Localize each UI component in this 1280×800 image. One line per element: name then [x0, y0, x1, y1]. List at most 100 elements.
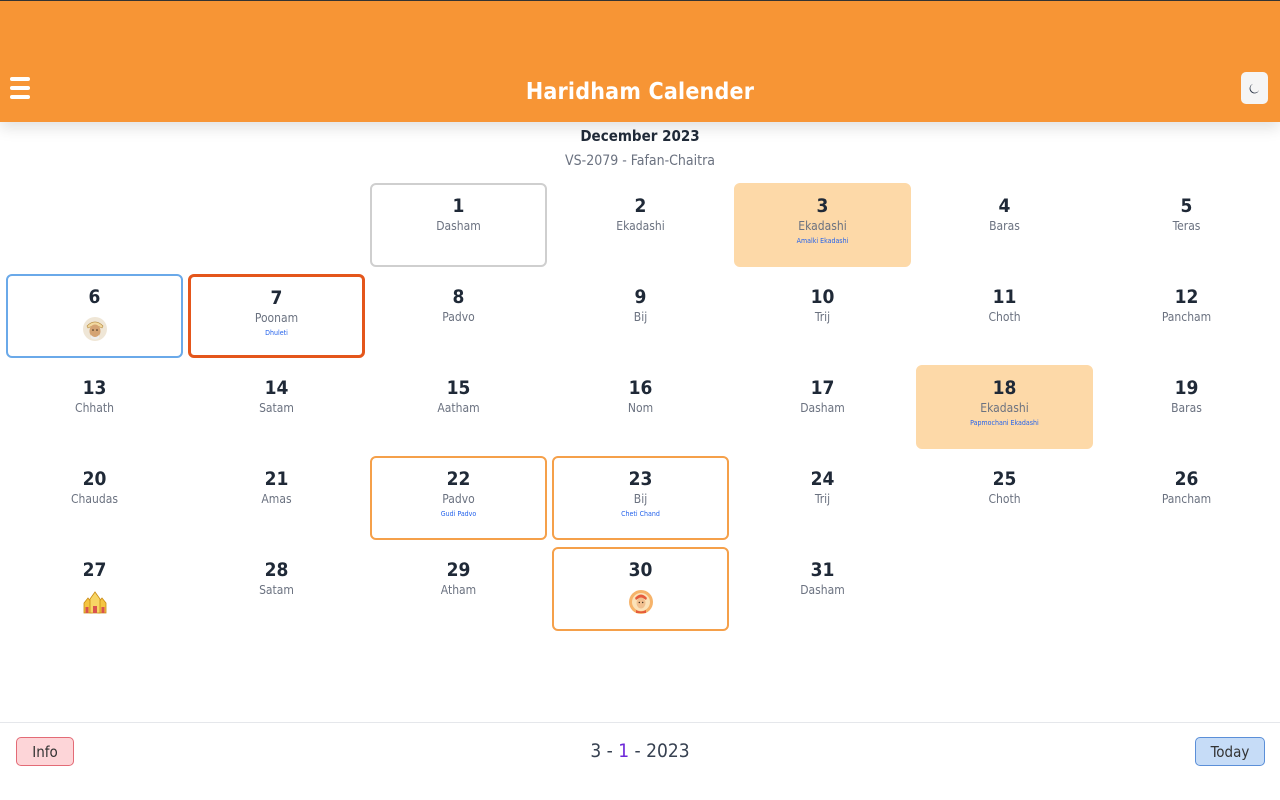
- day-cell[interactable]: 15 Aatham: [370, 365, 547, 449]
- day-cell[interactable]: 17 Dasham: [734, 365, 911, 449]
- day-cell[interactable]: 31 Dasham: [734, 547, 911, 631]
- day-cell[interactable]: 9 Bij: [552, 274, 729, 358]
- day-cell[interactable]: 2 Ekadashi: [552, 183, 729, 267]
- day-number: 27: [82, 559, 107, 581]
- day-tithi: Bij: [633, 310, 648, 324]
- month-title: December 2023: [580, 127, 700, 145]
- day-tithi: Padvo: [442, 310, 475, 324]
- day-tithi: Dasham: [436, 219, 481, 233]
- date-month: 1: [618, 740, 630, 762]
- day-cell[interactable]: 6: [6, 274, 183, 358]
- calendar-grid: 1 Dasham 2 Ekadashi 3 Ekadashi Amalki Ek…: [6, 183, 1278, 633]
- day-number: 24: [810, 468, 835, 490]
- footer-divider: [0, 722, 1280, 723]
- day-tithi: Aatham: [437, 401, 480, 415]
- day-number: 25: [992, 468, 1017, 490]
- day-tithi: Ekadashi: [798, 219, 847, 233]
- day-tithi: Trij: [814, 492, 831, 506]
- deity-portrait-icon: [628, 590, 653, 614]
- temple-icon: [83, 591, 106, 614]
- today-button[interactable]: Today: [1195, 737, 1265, 766]
- day-cell[interactable]: 24 Trij: [734, 456, 911, 540]
- saint-portrait-icon: [82, 317, 107, 341]
- day-event: Cheti Chand: [621, 510, 660, 518]
- day-number: 17: [810, 377, 835, 399]
- day-number: 3: [816, 195, 829, 217]
- day-tithi: Trij: [814, 310, 831, 324]
- day-number: 19: [1174, 377, 1199, 399]
- day-tithi: Nom: [627, 401, 654, 415]
- day-number: 12: [1174, 286, 1199, 308]
- day-cell[interactable]: 25 Choth: [916, 456, 1093, 540]
- day-number: 13: [82, 377, 107, 399]
- day-number: 15: [446, 377, 471, 399]
- day-tithi: Padvo: [442, 492, 475, 506]
- day-number: 7: [270, 287, 283, 309]
- day-cell[interactable]: 1 Dasham: [370, 183, 547, 267]
- day-number: 1: [452, 195, 465, 217]
- day-cell[interactable]: 19 Baras: [1098, 365, 1275, 449]
- day-number: 28: [264, 559, 289, 581]
- day-cell[interactable]: 14 Satam: [188, 365, 365, 449]
- day-tithi: Choth: [988, 310, 1021, 324]
- day-event: Gudi Padvo: [440, 510, 477, 518]
- day-cell[interactable]: 20 Chaudas: [6, 456, 183, 540]
- day-cell[interactable]: 29 Atham: [370, 547, 547, 631]
- day-cell[interactable]: 16 Nom: [552, 365, 729, 449]
- day-tithi: Baras: [989, 219, 1020, 233]
- day-cell[interactable]: 8 Padvo: [370, 274, 547, 358]
- day-number: 8: [452, 286, 465, 308]
- day-cell[interactable]: 27: [6, 547, 183, 631]
- day-number: 4: [998, 195, 1011, 217]
- day-cell[interactable]: 5 Teras: [1098, 183, 1275, 267]
- day-cell[interactable]: 11 Choth: [916, 274, 1093, 358]
- day-number: 6: [88, 286, 101, 308]
- day-tithi: Amas: [261, 492, 292, 506]
- day-number: 26: [1174, 468, 1199, 490]
- day-number: 2: [634, 195, 647, 217]
- moon-icon: [1249, 83, 1260, 93]
- day-tithi: Atham: [440, 583, 477, 597]
- day-tithi: Satam: [259, 401, 294, 415]
- dark-mode-toggle-button[interactable]: [1241, 72, 1268, 104]
- day-cell[interactable]: 12 Pancham: [1098, 274, 1275, 358]
- day-cell[interactable]: 10 Trij: [734, 274, 911, 358]
- day-tithi: Ekadashi: [616, 219, 665, 233]
- day-cell[interactable]: 21 Amas: [188, 456, 365, 540]
- current-date-display: 3 - 1 - 2023: [0, 740, 1280, 762]
- day-tithi: Dasham: [800, 401, 845, 415]
- date-day: 3: [590, 740, 602, 762]
- day-tithi: Dasham: [800, 583, 845, 597]
- day-cell-ekadashi[interactable]: 3 Ekadashi Amalki Ekadashi: [734, 183, 911, 267]
- day-number: 21: [264, 468, 289, 490]
- day-event: Dhuleti: [265, 329, 288, 337]
- day-tithi: Pancham: [1161, 492, 1212, 506]
- day-cell[interactable]: 26 Pancham: [1098, 456, 1275, 540]
- app-header: Haridham Calender: [0, 0, 1280, 122]
- day-number: 5: [1180, 195, 1193, 217]
- day-tithi: Poonam: [254, 311, 299, 325]
- day-tithi: Choth: [988, 492, 1021, 506]
- date-separator: -: [629, 740, 647, 762]
- day-cell-festival[interactable]: 30: [552, 547, 729, 631]
- day-tithi: Ekadashi: [980, 401, 1029, 415]
- day-number: 30: [628, 559, 653, 581]
- date-year: 2023: [646, 740, 690, 762]
- day-cell[interactable]: 28 Satam: [188, 547, 365, 631]
- day-number: 14: [264, 377, 289, 399]
- day-tithi: Teras: [1172, 219, 1201, 233]
- day-tithi: Bij: [633, 492, 648, 506]
- day-cell[interactable]: 13 Chhath: [6, 365, 183, 449]
- day-cell[interactable]: 4 Baras: [916, 183, 1093, 267]
- day-number: 29: [446, 559, 471, 581]
- vikram-samvat-label: VS-2079 - Fafan-Chaitra: [565, 153, 715, 169]
- day-event: Amalki Ekadashi: [796, 237, 849, 245]
- day-tithi: Chhath: [75, 401, 114, 415]
- day-number: 16: [628, 377, 653, 399]
- day-tithi: Satam: [259, 583, 294, 597]
- day-cell-festival[interactable]: 22 Padvo Gudi Padvo: [370, 456, 547, 540]
- day-cell-ekadashi[interactable]: 18 Ekadashi Papmochani Ekadashi: [916, 365, 1093, 449]
- day-number: 9: [634, 286, 647, 308]
- day-cell-selected[interactable]: 7 Poonam Dhuleti: [188, 274, 365, 358]
- day-cell-festival[interactable]: 23 Bij Cheti Chand: [552, 456, 729, 540]
